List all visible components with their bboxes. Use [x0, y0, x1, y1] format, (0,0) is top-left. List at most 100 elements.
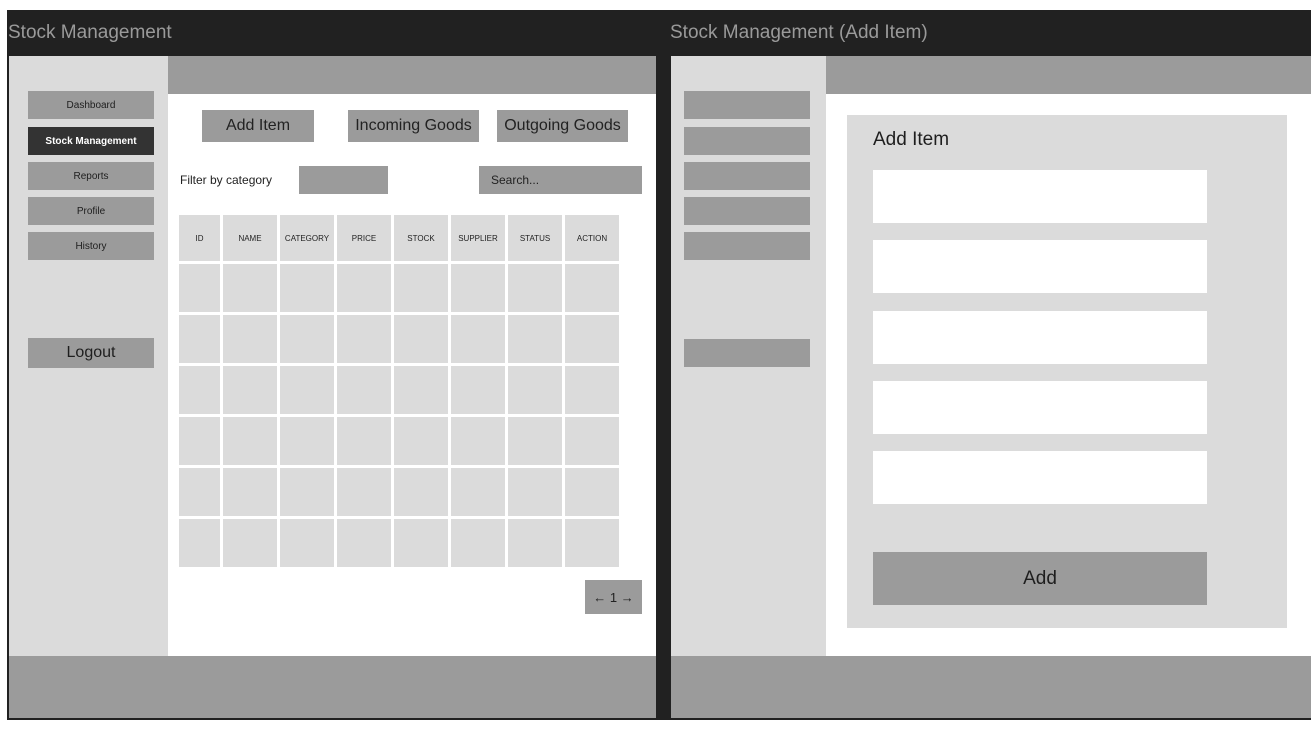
table-cell — [179, 315, 220, 363]
table-header-row: ID NAME CATEGORY PRICE STOCK SUPPLIER ST… — [179, 215, 619, 261]
table-row[interactable] — [179, 417, 619, 465]
wireframe-canvas: Stock Management Dashboard Stock Managem… — [0, 0, 1311, 729]
table-row[interactable] — [179, 519, 619, 567]
sidebar-item-history[interactable]: History — [28, 232, 154, 260]
table-row[interactable] — [179, 264, 619, 312]
item-field-5[interactable] — [873, 451, 1207, 504]
table-cell — [451, 417, 505, 465]
table-cell — [565, 264, 619, 312]
item-field-4[interactable] — [873, 381, 1207, 434]
sidebar-item-dashboard[interactable]: Dashboard — [28, 91, 154, 119]
logout-button[interactable] — [684, 339, 810, 367]
table-cell — [508, 417, 562, 465]
footer-bar — [671, 656, 1311, 718]
table-cell — [394, 468, 448, 516]
top-bar — [168, 56, 656, 94]
table-row[interactable] — [179, 315, 619, 363]
table-cell — [565, 519, 619, 567]
table-cell — [223, 366, 277, 414]
table-cell — [451, 519, 505, 567]
table-cell — [337, 468, 391, 516]
table-cell — [337, 315, 391, 363]
item-field-1[interactable] — [873, 170, 1207, 223]
add-item-button[interactable]: Add Item — [202, 110, 314, 142]
table-cell — [508, 468, 562, 516]
table-cell — [223, 519, 277, 567]
table-cell — [280, 315, 334, 363]
sidebar: Dashboard Stock Management Reports Profi… — [9, 56, 168, 656]
sidebar-item-placeholder[interactable] — [684, 91, 810, 119]
sidebar-item-stock-management[interactable]: Stock Management — [28, 127, 154, 155]
sidebar-item-placeholder[interactable] — [684, 127, 810, 155]
form-title: Add Item — [873, 129, 950, 150]
table-cell — [394, 519, 448, 567]
table-cell — [223, 264, 277, 312]
filter-label: Filter by category — [180, 173, 273, 187]
sidebar-item-placeholder[interactable] — [684, 162, 810, 190]
table-cell — [451, 366, 505, 414]
outgoing-goods-button[interactable]: Outgoing Goods — [497, 110, 628, 142]
table-cell — [280, 264, 334, 312]
sidebar — [671, 56, 826, 656]
table-cell — [223, 315, 277, 363]
sidebar-item-placeholder[interactable] — [684, 232, 810, 260]
table-cell — [179, 264, 220, 312]
app-screen: Add Item Add — [671, 56, 1311, 718]
table-cell — [508, 366, 562, 414]
table-row[interactable] — [179, 366, 619, 414]
item-field-2[interactable] — [873, 240, 1207, 293]
column-header-action[interactable]: ACTION — [565, 215, 619, 261]
item-field-3[interactable] — [873, 311, 1207, 364]
stock-management-window: Stock Management Dashboard Stock Managem… — [7, 10, 664, 720]
table-cell — [394, 315, 448, 363]
column-header-id[interactable]: ID — [179, 215, 220, 261]
table-cell — [508, 519, 562, 567]
footer-bar — [9, 656, 656, 718]
table-cell — [179, 519, 220, 567]
table-cell — [451, 468, 505, 516]
sidebar-item-profile[interactable]: Profile — [28, 197, 154, 225]
table-cell — [565, 315, 619, 363]
app-screen: Dashboard Stock Management Reports Profi… — [9, 56, 656, 718]
table-cell — [508, 315, 562, 363]
column-header-stock[interactable]: STOCK — [394, 215, 448, 261]
table-cell — [223, 468, 277, 516]
window-title: Stock Management — [8, 22, 172, 43]
table-cell — [179, 417, 220, 465]
search-input[interactable]: Search... — [479, 166, 642, 194]
top-bar — [826, 56, 1311, 94]
sidebar-item-placeholder[interactable] — [684, 197, 810, 225]
window-title: Stock Management (Add Item) — [670, 22, 928, 43]
incoming-goods-button[interactable]: Incoming Goods — [348, 110, 479, 142]
stock-table: ID NAME CATEGORY PRICE STOCK SUPPLIER ST… — [176, 212, 622, 570]
add-item-window: Stock Management (Add Item) Add Item Add — [664, 10, 1311, 720]
table-cell — [280, 519, 334, 567]
table-cell — [280, 468, 334, 516]
category-filter-select[interactable] — [299, 166, 388, 194]
add-button[interactable]: Add — [873, 552, 1207, 605]
column-header-status[interactable]: STATUS — [508, 215, 562, 261]
table-cell — [394, 264, 448, 312]
logout-button[interactable]: Logout — [28, 338, 154, 368]
table-cell — [394, 366, 448, 414]
column-header-category[interactable]: CATEGORY — [280, 215, 334, 261]
column-header-price[interactable]: PRICE — [337, 215, 391, 261]
table-cell — [565, 366, 619, 414]
table-cell — [179, 468, 220, 516]
pagination-control[interactable]: ← 1 → — [585, 580, 642, 614]
add-item-form: Add Item Add — [847, 115, 1287, 628]
column-header-name[interactable]: NAME — [223, 215, 277, 261]
sidebar-item-reports[interactable]: Reports — [28, 162, 154, 190]
table-cell — [337, 264, 391, 312]
table-cell — [451, 264, 505, 312]
table-cell — [451, 315, 505, 363]
table-cell — [223, 417, 277, 465]
table-row[interactable] — [179, 468, 619, 516]
column-header-supplier[interactable]: SUPPLIER — [451, 215, 505, 261]
table-cell — [337, 417, 391, 465]
table-cell — [179, 366, 220, 414]
table-cell — [565, 468, 619, 516]
table-cell — [337, 366, 391, 414]
table-cell — [280, 417, 334, 465]
table-body — [179, 264, 619, 567]
